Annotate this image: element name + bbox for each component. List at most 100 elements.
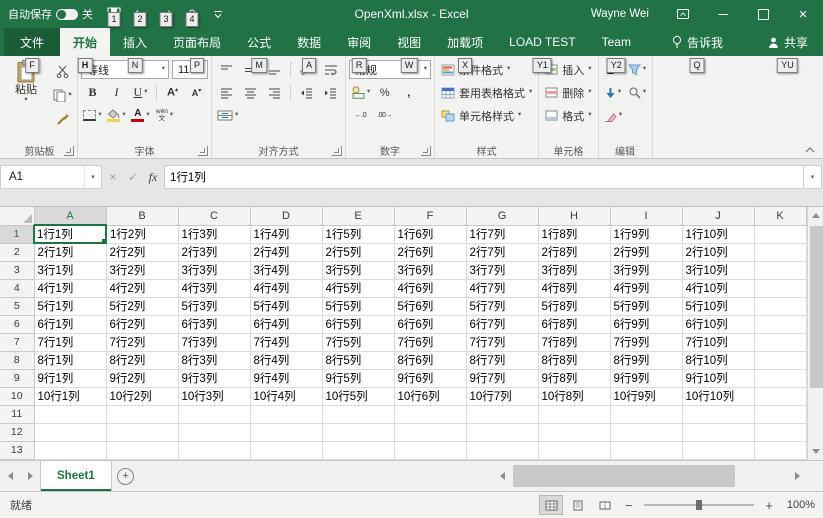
cell-B6[interactable]: 6行2列 [106, 315, 179, 334]
zoom-slider-thumb[interactable] [696, 500, 702, 510]
column-header-F[interactable]: F [394, 207, 467, 226]
cell-F3[interactable]: 3行6列 [394, 261, 467, 280]
sheet-nav-left-button[interactable] [0, 461, 20, 491]
cell-A10[interactable]: 10行1列 [34, 387, 107, 406]
horizontal-scroll-track[interactable] [511, 461, 789, 491]
redo-button[interactable]: 3 [153, 0, 179, 28]
cell-F8[interactable]: 8行6列 [394, 351, 467, 370]
decrease-decimal-button[interactable]: .00→ [373, 106, 396, 125]
cell-D13[interactable] [250, 441, 323, 460]
cell-G1[interactable]: 1行7列 [466, 225, 539, 244]
sheet-tab-sheet1[interactable]: Sheet1 [40, 461, 112, 491]
fill-color-button[interactable]: ▾ [105, 106, 128, 125]
cell-D3[interactable]: 3行4列 [250, 261, 323, 280]
font-name-select[interactable]: 等线 ▾ [81, 60, 169, 79]
cell-G9[interactable]: 9行7列 [466, 369, 539, 388]
row-header-6[interactable]: 6 [0, 315, 35, 334]
format-as-table-button[interactable]: 套用表格格式 ▾ [438, 81, 535, 104]
cell-C7[interactable]: 7行3列 [178, 333, 251, 352]
increase-decimal-button[interactable]: ←.0 [349, 106, 372, 125]
bold-button[interactable]: B [81, 83, 104, 102]
cell-E7[interactable]: 7行5列 [322, 333, 395, 352]
cell-E12[interactable] [322, 423, 395, 442]
cell-G11[interactable] [466, 405, 539, 424]
cell-H13[interactable] [538, 441, 611, 460]
file-tab[interactable]: 文件 F [4, 28, 61, 73]
cell-D7[interactable]: 7行4列 [250, 333, 323, 352]
cell-I4[interactable]: 4行9列 [610, 279, 683, 298]
cell-A13[interactable] [34, 441, 107, 460]
increase-indent-button[interactable] [319, 83, 342, 102]
row-header-12[interactable]: 12 [0, 423, 35, 442]
cell-I12[interactable] [610, 423, 683, 442]
select-all-button[interactable] [0, 207, 35, 226]
tell-me-button[interactable]: 告诉我 Q [658, 28, 736, 73]
clear-button[interactable]: ▾ [602, 106, 625, 125]
cell-D5[interactable]: 5行4列 [250, 297, 323, 316]
cell-D2[interactable]: 2行4列 [250, 243, 323, 262]
comma-style-button[interactable]: , [397, 83, 420, 102]
collapse-ribbon-button[interactable] [803, 145, 817, 155]
cell-H10[interactable]: 10行8列 [538, 387, 611, 406]
ribbon-display-options-button[interactable] [663, 0, 703, 28]
column-header-B[interactable]: B [106, 207, 179, 226]
page-break-view-button[interactable] [593, 495, 617, 515]
cell-D4[interactable]: 4行4列 [250, 279, 323, 298]
phonetic-guide-button[interactable]: wén 文 ▾ [153, 106, 176, 125]
dialog-launcher-icon[interactable] [332, 146, 342, 156]
cell-H12[interactable] [538, 423, 611, 442]
ribbon-tab-5[interactable]: 数据 A [284, 28, 334, 73]
cell-A9[interactable]: 9行1列 [34, 369, 107, 388]
ribbon-tab-10[interactable]: Team Y2 [589, 28, 644, 73]
cell-E4[interactable]: 4行5列 [322, 279, 395, 298]
cell-F4[interactable]: 4行6列 [394, 279, 467, 298]
cell-A5[interactable]: 5行1列 [34, 297, 107, 316]
cell-I6[interactable]: 6行9列 [610, 315, 683, 334]
scroll-right-button[interactable] [789, 461, 806, 491]
cell-C5[interactable]: 5行3列 [178, 297, 251, 316]
cell-H6[interactable]: 6行8列 [538, 315, 611, 334]
cell-D12[interactable] [250, 423, 323, 442]
row-header-1[interactable]: 1 [0, 225, 35, 244]
cell-C4[interactable]: 4行3列 [178, 279, 251, 298]
cell-K13[interactable] [754, 441, 807, 460]
cell-J1[interactable]: 1行10列 [682, 225, 755, 244]
merge-center-button[interactable]: ▾ [215, 106, 240, 125]
cell-G4[interactable]: 4行7列 [466, 279, 539, 298]
cell-I3[interactable]: 3行9列 [610, 261, 683, 280]
cell-A12[interactable] [34, 423, 107, 442]
cell-D6[interactable]: 6行4列 [250, 315, 323, 334]
cell-B3[interactable]: 3行2列 [106, 261, 179, 280]
cell-I10[interactable]: 10行9列 [610, 387, 683, 406]
cell-K6[interactable] [754, 315, 807, 334]
cell-I8[interactable]: 8行9列 [610, 351, 683, 370]
cell-H11[interactable] [538, 405, 611, 424]
vertical-scroll-track[interactable] [808, 224, 823, 443]
dialog-launcher-icon[interactable] [64, 146, 74, 156]
column-header-D[interactable]: D [250, 207, 323, 226]
cell-J3[interactable]: 3行10列 [682, 261, 755, 280]
cell-I9[interactable]: 9行9列 [610, 369, 683, 388]
find-select-button[interactable]: ▾ [626, 83, 649, 102]
cell-J7[interactable]: 7行10列 [682, 333, 755, 352]
percent-style-button[interactable]: % [373, 83, 396, 102]
ribbon-tab-1[interactable]: 开始 H [60, 28, 111, 73]
sort-filter-button[interactable]: ▾ [626, 60, 649, 79]
cell-K1[interactable] [754, 225, 807, 244]
cell-A2[interactable]: 2行1列 [34, 243, 107, 262]
undo-button[interactable]: 2 [127, 0, 153, 28]
increase-font-size-button[interactable]: A▴ [161, 83, 184, 102]
scroll-down-button[interactable] [808, 443, 823, 460]
page-layout-view-button[interactable] [566, 495, 590, 515]
new-sheet-button[interactable]: + [112, 461, 140, 491]
scroll-left-button[interactable] [494, 461, 511, 491]
cell-B7[interactable]: 7行2列 [106, 333, 179, 352]
cell-G5[interactable]: 5行7列 [466, 297, 539, 316]
row-header-9[interactable]: 9 [0, 369, 35, 388]
confirm-entry-button[interactable]: ✓ [124, 165, 142, 189]
cell-B5[interactable]: 5行2列 [106, 297, 179, 316]
underline-button[interactable]: U ▾ [129, 83, 152, 102]
row-header-5[interactable]: 5 [0, 297, 35, 316]
cell-C12[interactable] [178, 423, 251, 442]
cell-G6[interactable]: 6行7列 [466, 315, 539, 334]
